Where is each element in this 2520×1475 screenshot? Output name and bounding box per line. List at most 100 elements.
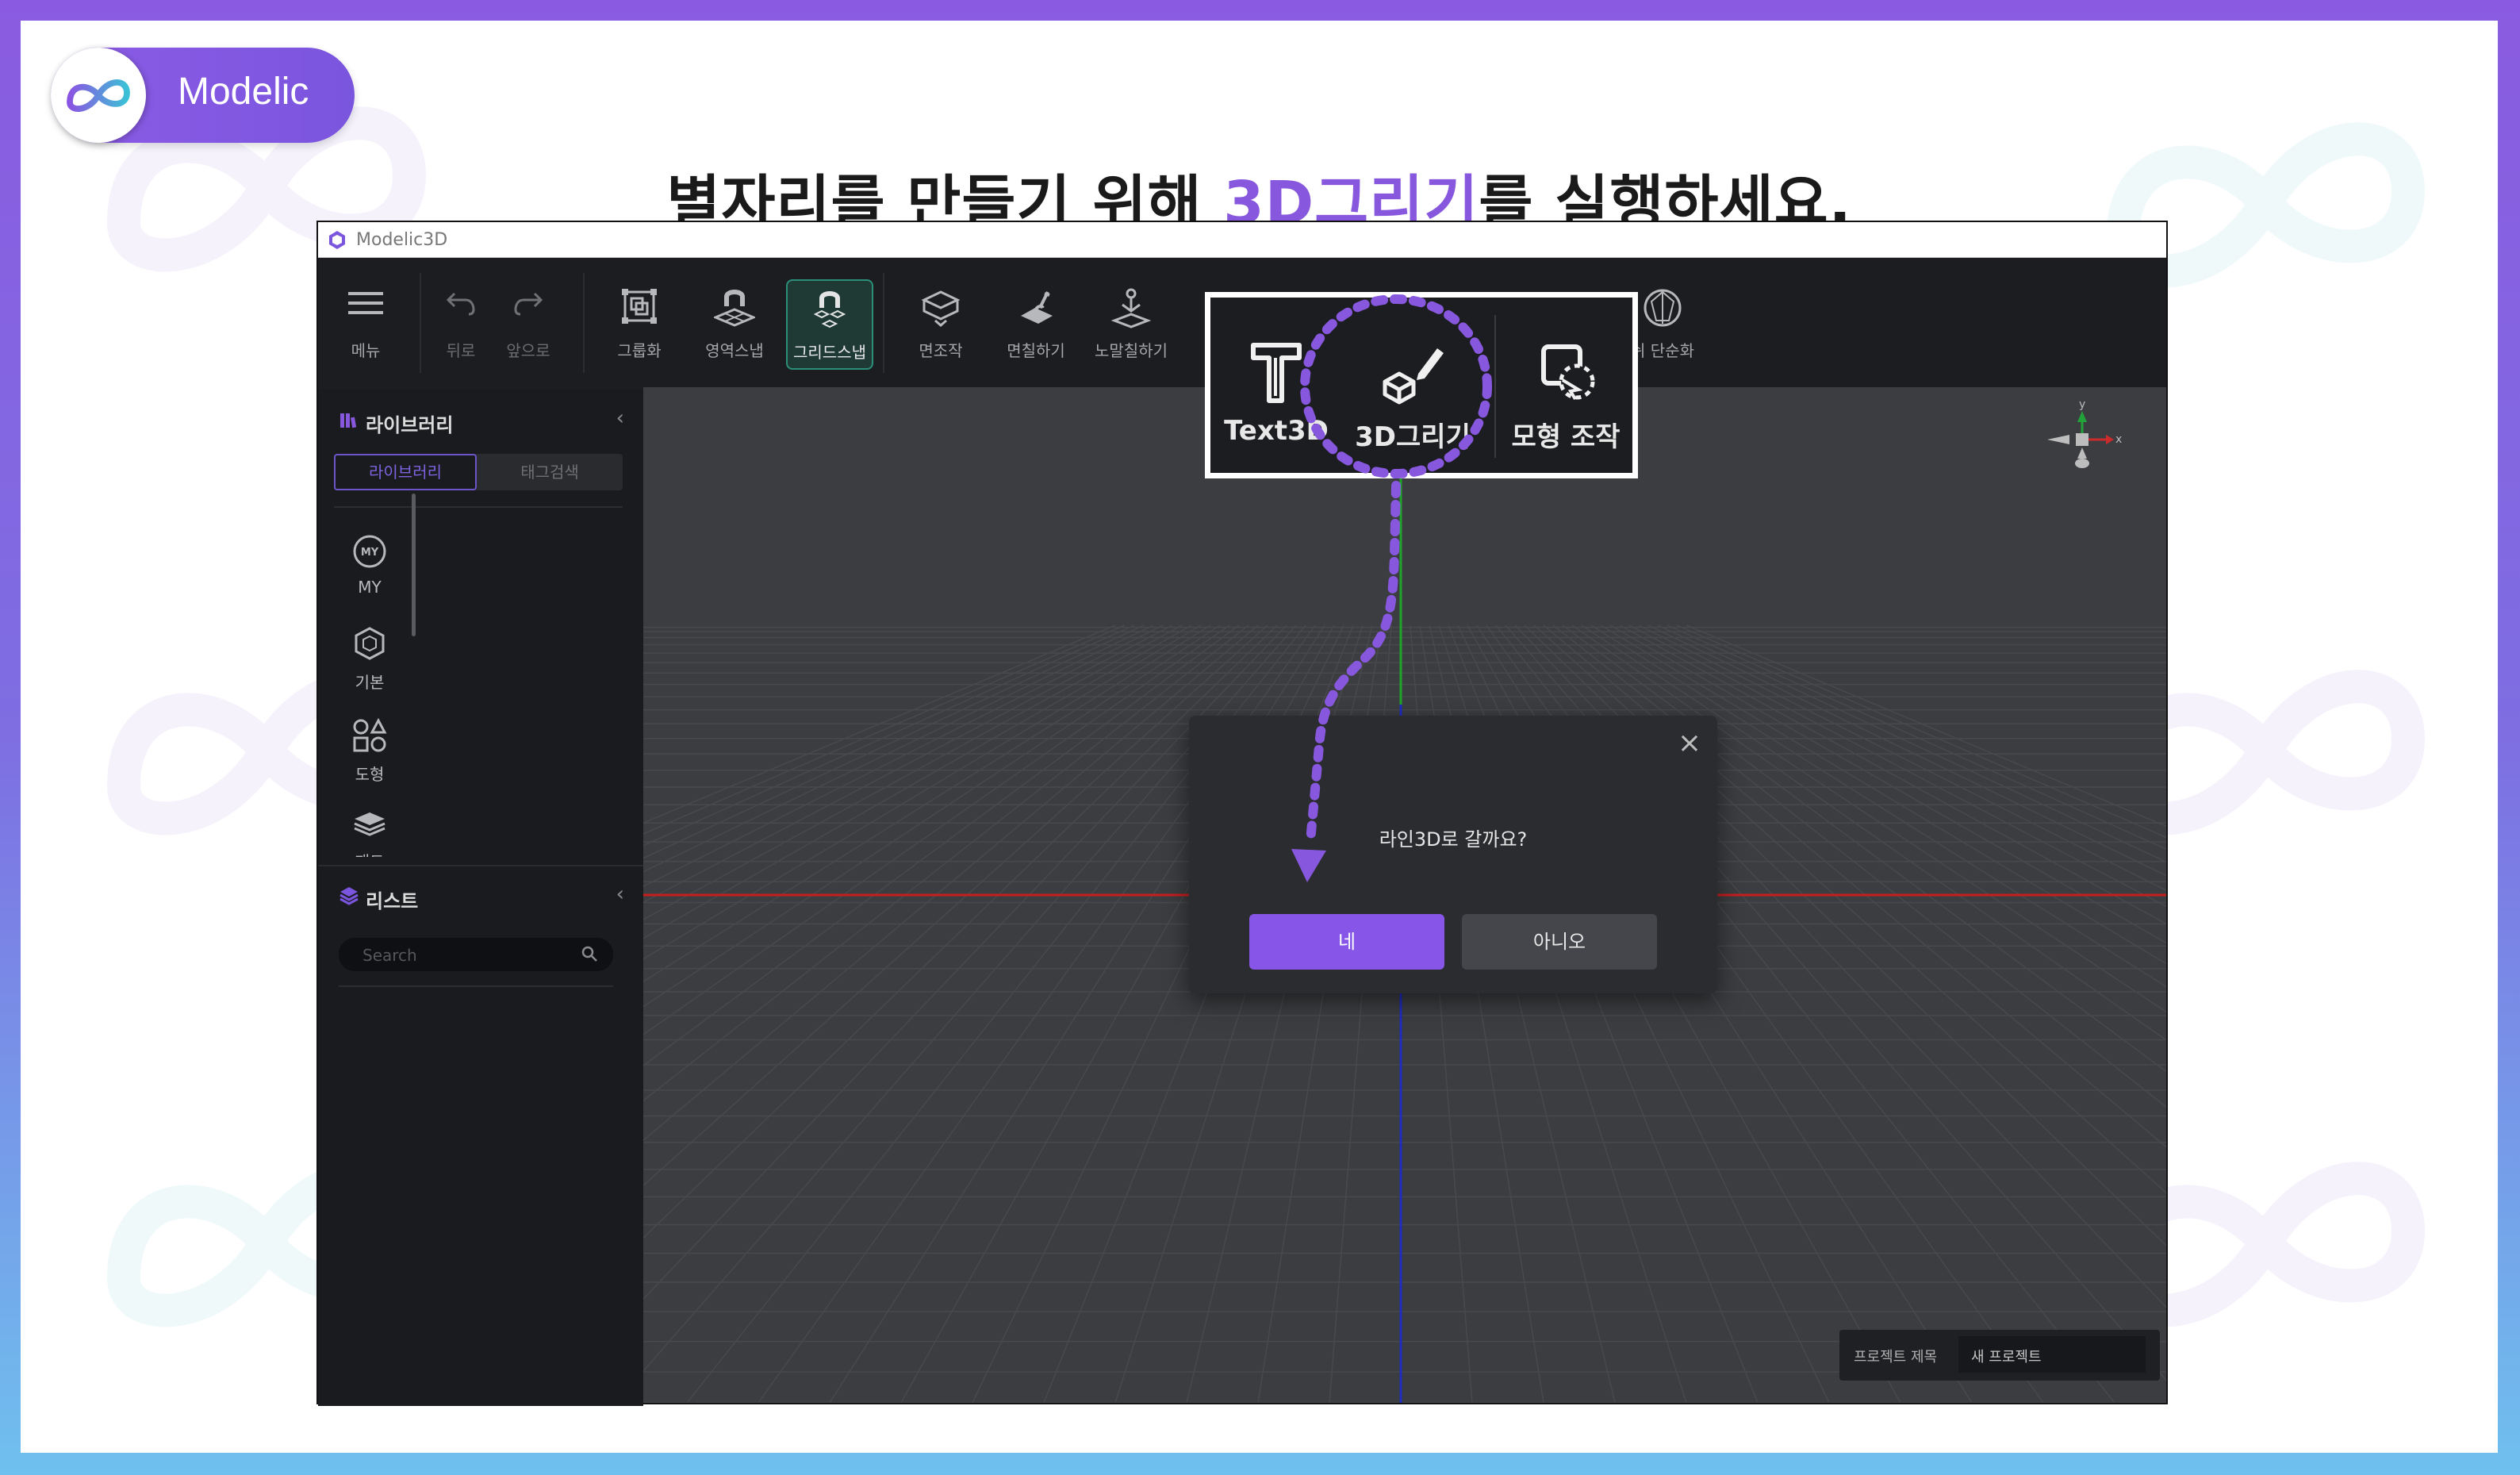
close-icon[interactable]: × [1678, 727, 1701, 759]
area-snap-button[interactable]: 영역스냅 [691, 259, 778, 387]
menu-icon [348, 292, 383, 314]
grid-line [643, 624, 1164, 888]
grid-line [1667, 624, 2166, 851]
library-divider [334, 506, 623, 508]
brand-name: Modelic [178, 71, 309, 113]
normal-paint-label: 노말칠하기 [1095, 341, 1168, 360]
face-edit-button[interactable]: 면조작 [897, 259, 984, 387]
grid-line [643, 624, 1173, 904]
project-name: 새 프로젝트 [1971, 1349, 2042, 1366]
tab-tag-search-label: 태그검색 [520, 463, 579, 482]
search-placeholder: Search [362, 946, 417, 965]
project-title-label: 프로젝트 제목 [1854, 1349, 1938, 1366]
library-panel: 라이브러리 ‹ 라이브러리 태그검색 MY MY 기본 도형 [318, 389, 643, 865]
my-icon: MY [353, 535, 386, 568]
menu-label: 메뉴 [351, 341, 381, 360]
library-collapse-icon[interactable]: ‹ [616, 406, 624, 430]
redo-label: 앞으로 [506, 341, 550, 360]
yes-button[interactable]: 네 [1249, 914, 1444, 970]
category-basic-label: 기본 [355, 673, 385, 692]
menu-button[interactable]: 메뉴 [326, 259, 405, 387]
draw3d-label: 3D그리기 [1355, 421, 1471, 453]
category-shapes[interactable]: 도형 [334, 717, 405, 785]
toolbar-divider [883, 273, 884, 373]
undo-button[interactable]: 뒤로 [429, 259, 493, 387]
list-search-input[interactable]: Search [339, 938, 613, 971]
draw3d-icon [1383, 348, 1444, 405]
brand-badge: Modelic [51, 48, 355, 143]
grid-line [643, 624, 1192, 939]
grid-snap-icon [813, 291, 846, 328]
model-edit-icon [1541, 344, 1595, 401]
layers-icon [354, 812, 385, 836]
tool-callout: Text3D 3D그리기 모형 조작 [1205, 292, 1638, 478]
project-bar: 프로젝트 제목 새 프로젝트 [1839, 1330, 2160, 1381]
grid-line [643, 624, 1126, 835]
face-edit-icon [921, 290, 961, 327]
library-icon [340, 413, 357, 428]
grid-line [1638, 624, 2166, 892]
paint-label: 면칠하기 [1007, 341, 1065, 360]
category-shapes-label: 도형 [355, 765, 385, 784]
no-button[interactable]: 아니오 [1462, 914, 1657, 970]
modelic-logo-icon [51, 48, 146, 143]
grid-line [643, 624, 1211, 983]
text3d-label: Text3D [1224, 415, 1329, 447]
cube-icon [355, 627, 385, 660]
grid-line [1676, 624, 2166, 839]
svg-text:MY: MY [361, 547, 379, 559]
redo-button[interactable]: 앞으로 [493, 259, 564, 387]
dialog-message: 라인3D로 갈까요? [1379, 828, 1528, 851]
library-tabs: 라이브러리 태그검색 [334, 454, 623, 490]
grid-snap-label: 그리드스냅 [793, 343, 866, 362]
category-pad[interactable]: 패드 [334, 809, 405, 857]
category-pad-label: 패드 [334, 849, 405, 857]
model-edit-label: 모형 조작 [1511, 421, 1621, 453]
axis-gizmo-icon[interactable]: y x [2042, 398, 2130, 486]
group-label: 그룹화 [617, 341, 662, 360]
tab-library-label: 라이브러리 [369, 463, 442, 482]
toolbar-divider [583, 273, 585, 373]
confirm-dialog: × 라인3D로 갈까요? 네 아니오 [1189, 716, 1717, 993]
model-edit-button[interactable]: 모형 조작 [1510, 298, 1621, 473]
app-logo-icon [329, 231, 345, 249]
tab-library[interactable]: 라이브러리 [334, 454, 477, 490]
grid-line [643, 624, 1230, 1035]
window-title: Modelic3D [356, 229, 448, 250]
gizmo-x: x [2115, 433, 2122, 446]
undo-icon [446, 292, 475, 316]
list-collapse-icon[interactable]: ‹ [616, 882, 624, 906]
layers-icon [339, 887, 359, 905]
library-scrollbar[interactable] [412, 494, 416, 636]
area-snap-icon [714, 290, 755, 327]
group-button[interactable]: 그룹화 [596, 259, 683, 387]
paint-button[interactable]: 면칠하기 [992, 259, 1080, 387]
library-title: 라이브러리 [366, 414, 454, 436]
draw3d-button[interactable]: 3D그리기 [1353, 298, 1472, 473]
mesh-simplify-icon [1644, 289, 1682, 327]
face-edit-label: 면조작 [919, 341, 963, 360]
project-name-field[interactable]: 새 프로젝트 [1958, 1336, 2146, 1373]
window-titlebar: Modelic3D [318, 222, 2166, 258]
normal-paint-button[interactable]: 노말칠하기 [1087, 259, 1175, 387]
category-my[interactable]: MY MY [334, 533, 405, 597]
grid-line [1657, 624, 2166, 863]
paint-icon [1021, 291, 1053, 324]
category-basic[interactable]: 기본 [334, 625, 405, 693]
shapes-icon [353, 717, 387, 752]
tab-tag-search[interactable]: 태그검색 [477, 454, 623, 490]
group-icon [622, 289, 657, 324]
list-panel: 리스트 ‹ Search [318, 865, 643, 1406]
gizmo-y: y [2079, 398, 2085, 411]
grid-line [643, 624, 1240, 1066]
category-my-label: MY [358, 578, 382, 597]
redo-icon [514, 292, 543, 316]
grid-line [643, 624, 1278, 1239]
list-divider [339, 985, 613, 987]
search-icon [581, 946, 597, 962]
area-snap-label: 영역스냅 [705, 341, 764, 360]
list-title: 리스트 [366, 890, 419, 912]
text3d-icon [1251, 343, 1302, 403]
grid-snap-button[interactable]: 그리드스냅 [786, 279, 873, 370]
text3d-button[interactable]: Text3D [1224, 298, 1329, 473]
